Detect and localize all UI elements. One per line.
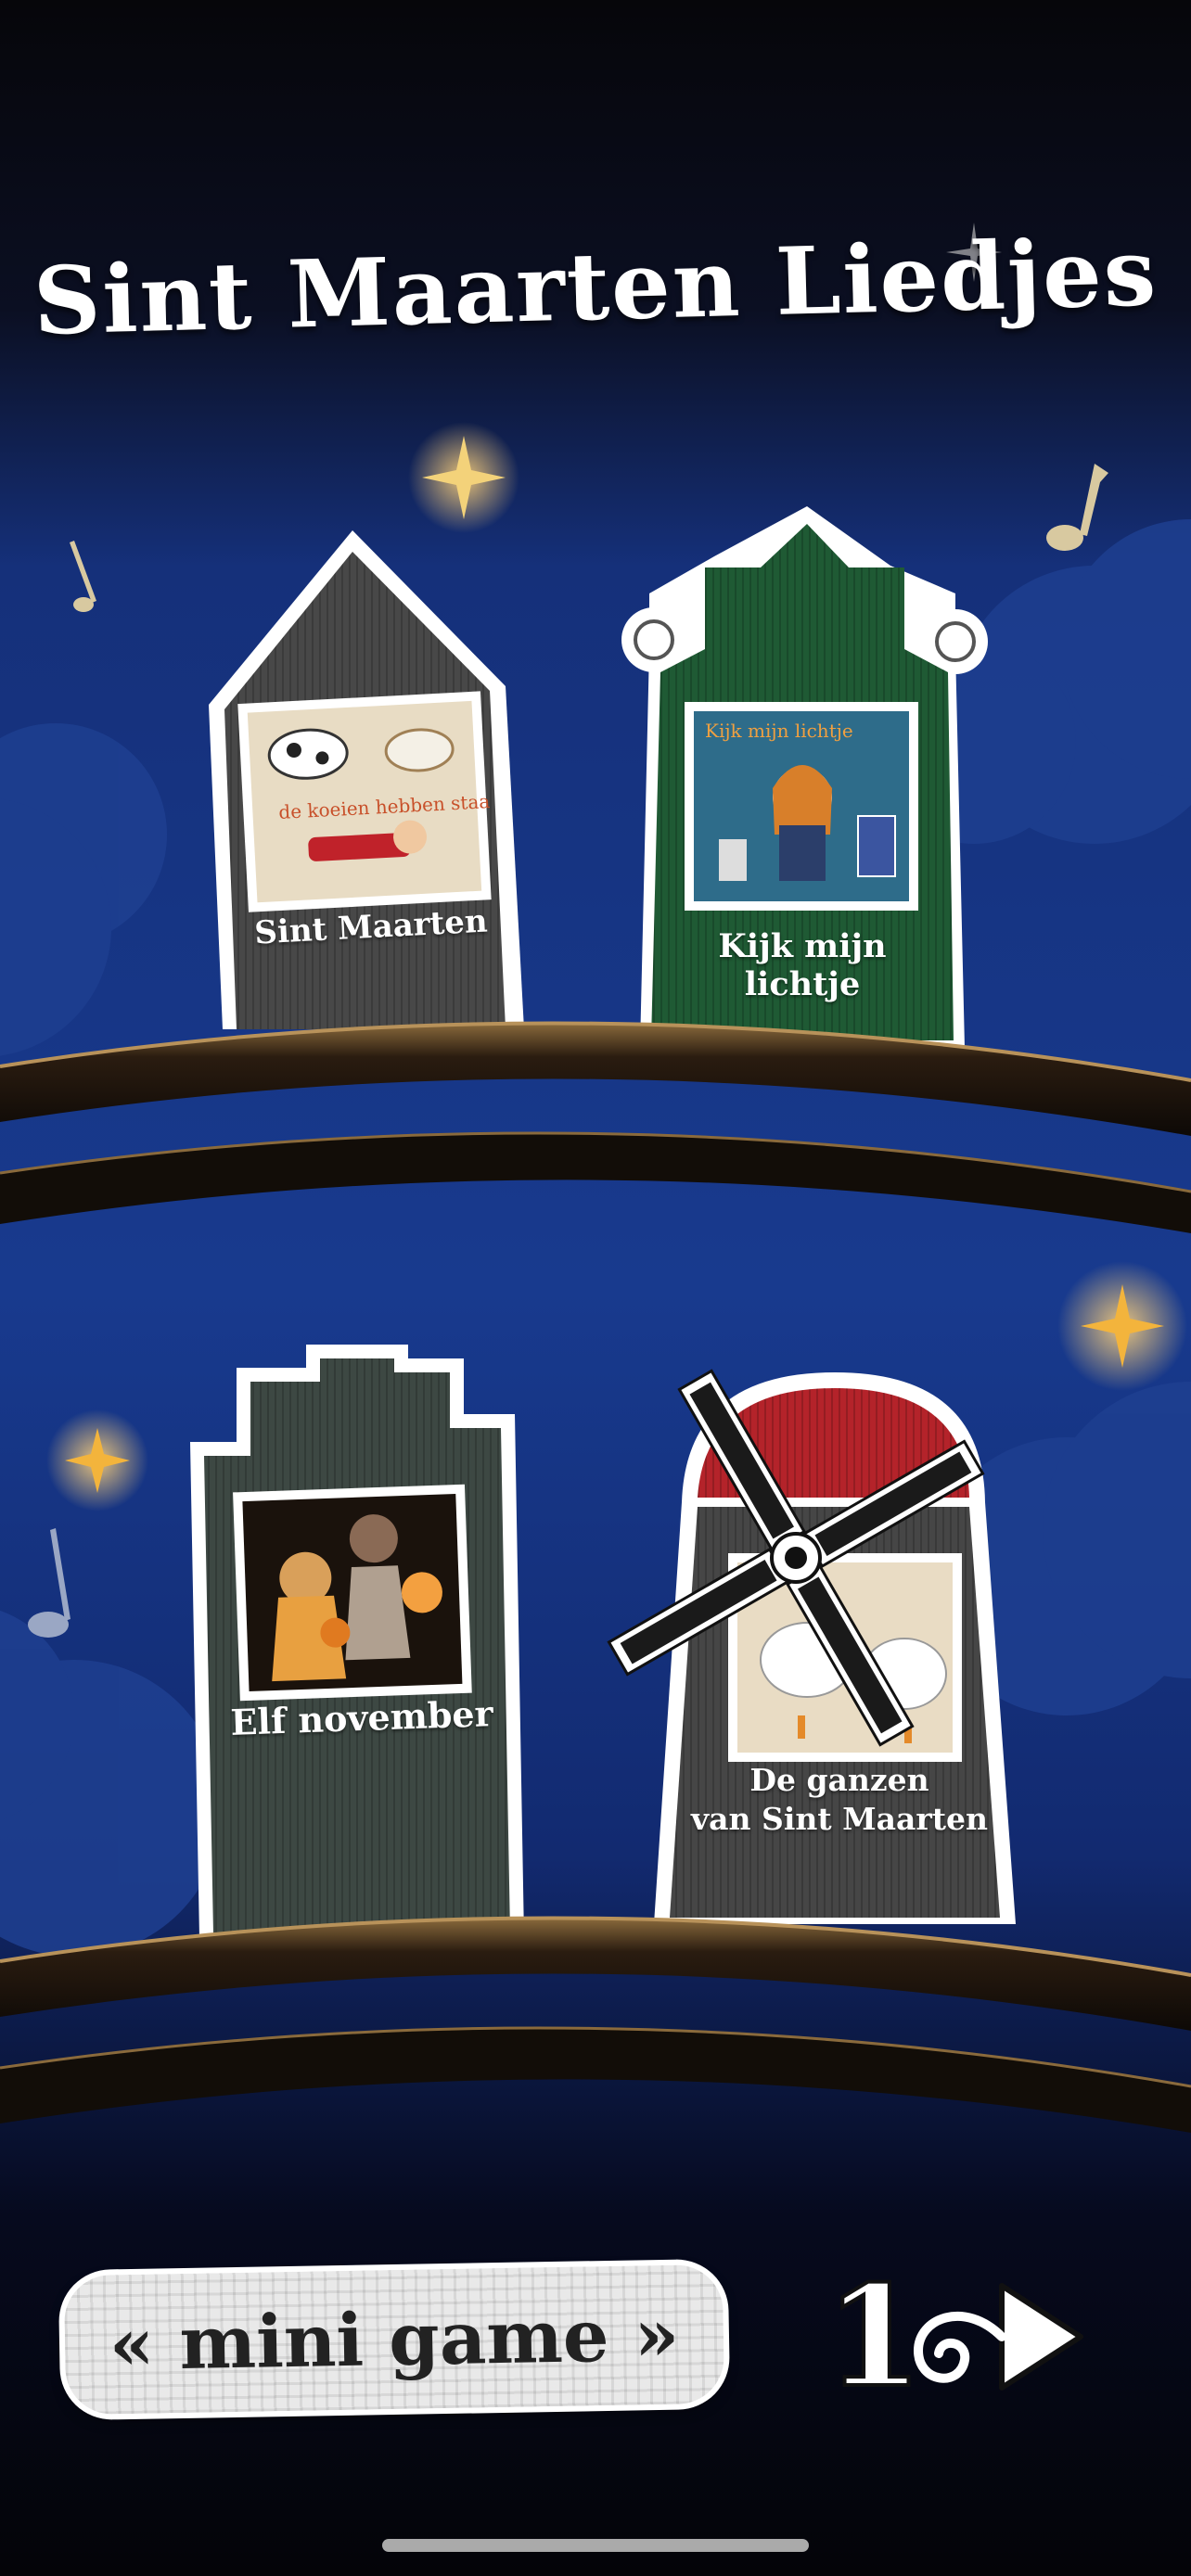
song-thumbnail	[233, 1484, 472, 1702]
mini-game-button[interactable]: « mini game »	[63, 2264, 725, 2416]
song-house-elf-november[interactable]	[190, 1345, 524, 1938]
song-thumbnail: de koeien hebben staa	[237, 691, 492, 912]
game-scene: de koeien hebben staa Kijk mijn lichtje	[0, 0, 1191, 2576]
thumbnail-text: Kijk mijn lichtje	[705, 720, 853, 742]
song-label-line2[interactable]: van Sint Maarten	[686, 1801, 992, 1837]
song-label[interactable]: Kijk mijn lichtje	[659, 927, 946, 1003]
song-label-line1[interactable]: De ganzen	[686, 1762, 992, 1798]
song-thumbnail: Kijk mijn lichtje	[685, 702, 918, 911]
home-indicator[interactable]	[382, 2539, 809, 2552]
page-number: 1	[824, 2255, 924, 2418]
